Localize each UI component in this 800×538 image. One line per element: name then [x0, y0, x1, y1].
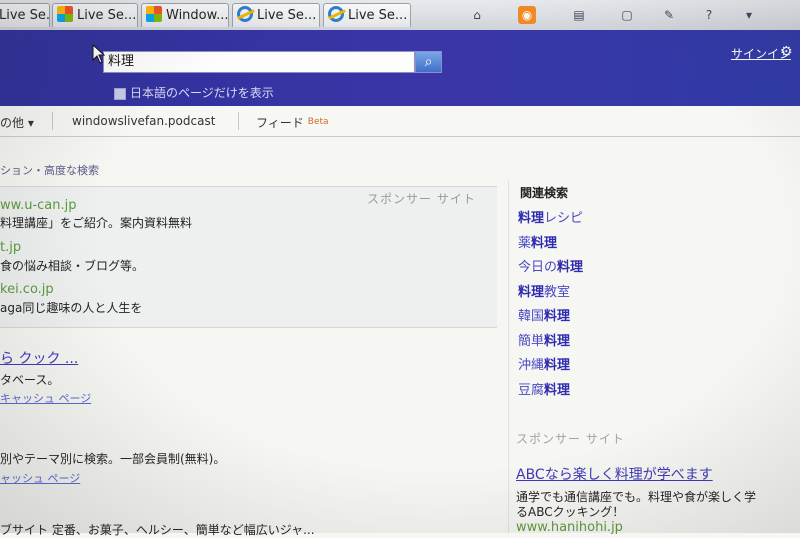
related-searches-title: 関連検索 — [520, 186, 569, 200]
japanese-only-checkbox[interactable] — [114, 88, 126, 100]
ad-url[interactable]: kei.co.jp — [0, 282, 54, 297]
result-description: 別やテーマ別に検索。一部会員制(無料)。 — [0, 452, 226, 466]
tools-icon[interactable]: ✎ — [660, 6, 678, 24]
related-search-link[interactable]: 今日の料理 — [518, 256, 583, 275]
tab-label: Live Se... — [0, 8, 50, 23]
nav-link-feed[interactable]: フィード Beta — [256, 114, 329, 131]
related-keyword: 料理 — [518, 285, 545, 300]
related-keyword: 料理 — [544, 309, 571, 324]
divider — [52, 112, 53, 130]
right-ad-description: るABCクッキング！ — [516, 505, 625, 519]
page-icon[interactable]: ▢ — [618, 6, 636, 24]
ad-url[interactable]: ww.u-can.jp — [0, 198, 76, 213]
related-post: 教室 — [544, 285, 571, 300]
sponsored-title: スポンサー サイト — [367, 192, 476, 206]
ad-description: 食の悩み相談・ブログ等。 — [0, 259, 145, 273]
ad-description: 料理講座」をご紹介。案内資料無料 — [0, 216, 193, 230]
browser-tab-strip: Live Se... Live Se... Window... Live Se.… — [0, 0, 800, 31]
related-keyword: 料理 — [544, 334, 571, 349]
browser-tab[interactable]: Live Se... — [52, 3, 138, 27]
result-description: ブサイト 定番、お菓子、ヘルシー、簡単など幅広いジャ... — [0, 523, 315, 537]
related-pre: 豆腐 — [518, 383, 545, 398]
result-title-link[interactable]: ら クック ... — [0, 348, 78, 368]
print-icon[interactable]: ▤ — [570, 6, 588, 24]
related-search-link[interactable]: 薬料理 — [518, 232, 557, 251]
related-keyword: 料理 — [531, 236, 558, 251]
windows-logo-icon — [57, 6, 73, 22]
related-search-link[interactable]: 豆腐料理 — [518, 379, 570, 398]
feed-label: フィード — [256, 116, 304, 130]
related-pre: 韓国 — [518, 309, 545, 324]
menu-chevron-icon[interactable]: ▾ — [740, 6, 758, 24]
search-options: ション・高度な検索 — [0, 162, 99, 178]
related-post: レシピ — [544, 211, 584, 226]
options-separator: ・ — [33, 164, 44, 177]
divider — [238, 112, 239, 130]
windows-logo-icon — [146, 6, 162, 22]
ad-url[interactable]: t.jp — [0, 240, 21, 255]
browser-tab[interactable]: Live Se... — [323, 3, 411, 27]
options-link[interactable]: ション — [0, 164, 33, 177]
tab-label: Live Se... — [348, 8, 408, 23]
search-icon: ⌕ — [424, 54, 433, 70]
browser-tab[interactable]: Live Se... — [232, 3, 320, 27]
tab-label: Live Se... — [257, 8, 317, 23]
related-keyword: 料理 — [518, 211, 545, 226]
related-pre: 今日の — [518, 260, 558, 275]
browser-tab[interactable]: Window... — [141, 3, 229, 27]
related-keyword: 料理 — [544, 383, 571, 398]
related-search-link[interactable]: 料理レシピ — [518, 207, 583, 226]
right-ad-title-link[interactable]: ABCなら楽しく料理が学べます — [516, 464, 713, 484]
related-keyword: 料理 — [544, 358, 571, 373]
advanced-search-link[interactable]: 高度な検索 — [44, 164, 99, 177]
ie-logo-icon — [237, 6, 253, 22]
ad-description: aga同じ趣味の人と人生を — [0, 301, 143, 315]
related-search-link[interactable]: 韓国料理 — [518, 305, 570, 324]
related-search-link[interactable]: 沖縄料理 — [518, 354, 570, 373]
help-icon[interactable]: ? — [700, 6, 718, 24]
cache-link[interactable]: ャッシュ ページ — [0, 470, 80, 486]
home-icon[interactable]: ⌂ — [468, 6, 486, 24]
related-search-link[interactable]: 簡単料理 — [518, 330, 570, 349]
rss-feed-icon[interactable]: ◉ — [518, 6, 536, 24]
japanese-only-label: 日本語のページだけを表示 — [130, 86, 274, 100]
sub-navigation: の他 ▾ windowslivefan.podcast フィード Beta — [0, 106, 800, 137]
beta-badge: Beta — [307, 117, 329, 127]
related-pre: 簡単 — [518, 334, 545, 349]
browser-tab[interactable]: Live Se... — [0, 3, 50, 27]
search-header: 料理 ⌕ 日本語のページだけを表示 サインイン ⚙ — [0, 30, 800, 106]
related-search-link[interactable]: 料理教室 — [518, 281, 570, 300]
search-input[interactable]: 料理 — [103, 51, 415, 73]
search-button[interactable]: ⌕ — [415, 51, 442, 73]
related-keyword: 料理 — [557, 260, 584, 275]
related-pre: 沖縄 — [518, 358, 545, 373]
cache-link[interactable]: キャッシュ ページ — [0, 390, 91, 406]
result-description: タベース。 — [0, 373, 60, 387]
right-sponsored-title: スポンサー サイト — [516, 432, 625, 446]
tab-label: Live Se... — [77, 8, 137, 23]
nav-link-podcast[interactable]: windowslivefan.podcast — [72, 114, 215, 128]
column-divider — [508, 180, 509, 533]
related-pre: 薬 — [518, 236, 532, 251]
tab-label: Window... — [166, 8, 229, 23]
more-menu[interactable]: の他 ▾ — [0, 114, 34, 131]
ie-logo-icon — [328, 6, 344, 22]
mouse-cursor-icon — [92, 44, 106, 64]
gear-icon[interactable]: ⚙ — [780, 44, 793, 60]
